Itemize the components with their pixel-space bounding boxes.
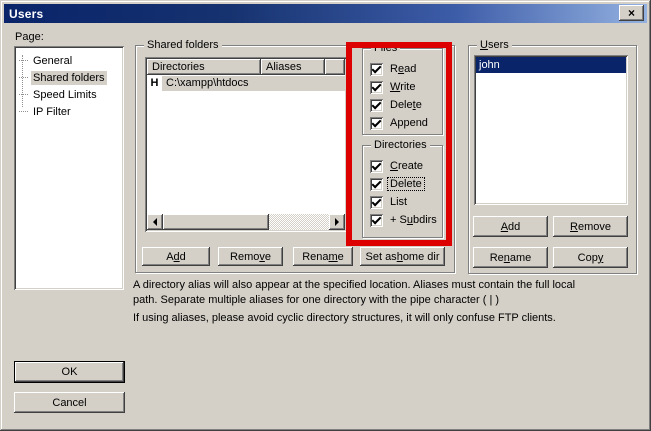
cancel-button[interactable]: Cancel: [14, 392, 125, 413]
column-header-aliases[interactable]: Aliases: [261, 59, 325, 75]
scroll-right-icon[interactable]: [329, 214, 345, 230]
dir-delete-checkbox[interactable]: [370, 178, 383, 191]
dirs-subdirs-row: + Subdirs: [370, 212, 439, 228]
user-add-button[interactable]: Add: [473, 216, 548, 237]
tree-item-label: IP Filter: [31, 105, 73, 119]
tree-connector: [19, 77, 28, 78]
read-checkbox-label[interactable]: Read: [388, 63, 418, 75]
column-header-filler: [325, 59, 345, 75]
directories-group: Directories Create Delete List + Subdirs: [362, 145, 443, 238]
directories-group-label: Directories: [371, 139, 430, 151]
tree-item-general[interactable]: General: [16, 52, 122, 69]
directory-path: C:\xampp\htdocs: [162, 76, 345, 91]
help-line: A directory alias will also appear at th…: [133, 278, 649, 293]
files-group: Files Read Write Delete Append: [362, 48, 443, 135]
user-remove-button[interactable]: Remove: [553, 216, 628, 237]
horizontal-scrollbar[interactable]: [147, 214, 345, 230]
tree-item-label: Shared folders: [31, 71, 107, 85]
tree-connector: [19, 94, 28, 95]
tree-item-label: General: [31, 54, 74, 68]
tree-connector: [19, 60, 28, 61]
files-read-row: Read: [370, 61, 418, 77]
shared-add-button[interactable]: Add: [142, 247, 210, 266]
window-title: Users: [9, 7, 43, 21]
files-delete-row: Delete: [370, 97, 424, 113]
append-checkbox-label[interactable]: Append: [388, 117, 430, 129]
read-checkbox[interactable]: [370, 63, 383, 76]
shared-rename-button[interactable]: Rename: [293, 247, 353, 266]
shared-remove-button[interactable]: Remove: [218, 247, 283, 266]
ok-button[interactable]: OK: [14, 361, 125, 383]
create-checkbox-label[interactable]: Create: [388, 160, 425, 172]
tree-connector: [19, 111, 28, 112]
help-line: If using aliases, please avoid cyclic di…: [133, 311, 649, 326]
files-append-row: Append: [370, 115, 430, 131]
column-header-directories[interactable]: Directories: [147, 59, 261, 75]
write-checkbox[interactable]: [370, 81, 383, 94]
user-rename-button[interactable]: Rename: [473, 247, 548, 268]
home-dir-marker: H: [147, 77, 162, 89]
subdirs-checkbox[interactable]: [370, 214, 383, 227]
tree-item-label: Speed Limits: [31, 88, 99, 102]
dir-delete-checkbox-label[interactable]: Delete: [388, 178, 424, 190]
tree-item-ip-filter[interactable]: IP Filter: [16, 103, 122, 120]
page-tree: General Shared folders Speed Limits IP F…: [14, 46, 124, 290]
dirs-list-row: List: [370, 194, 409, 210]
help-line: path. Separate multiple aliases for one …: [133, 293, 649, 308]
dirs-delete-row: Delete: [370, 176, 424, 192]
shared-folders-list: Directories Aliases H C:\xampp\htdocs: [145, 57, 347, 232]
list-header-row: Directories Aliases: [147, 59, 345, 75]
files-write-row: Write: [370, 79, 417, 95]
shared-folders-group-label: Shared folders: [144, 39, 222, 51]
append-checkbox[interactable]: [370, 117, 383, 130]
list-checkbox-label[interactable]: List: [388, 196, 409, 208]
users-list: john: [474, 55, 628, 205]
list-checkbox[interactable]: [370, 196, 383, 209]
page-label: Page:: [15, 31, 44, 43]
users-dialog: Users × Page: General Shared folders Spe…: [0, 0, 651, 431]
directory-row[interactable]: H C:\xampp\htdocs: [147, 75, 345, 91]
scrollbar-thumb[interactable]: [163, 214, 269, 230]
files-group-label: Files: [371, 42, 400, 54]
write-checkbox-label[interactable]: Write: [388, 81, 417, 93]
file-delete-checkbox[interactable]: [370, 99, 383, 112]
tree-item-shared-folders[interactable]: Shared folders: [16, 69, 122, 86]
dirs-create-row: Create: [370, 158, 425, 174]
close-icon[interactable]: ×: [619, 5, 644, 21]
create-checkbox[interactable]: [370, 160, 383, 173]
users-group-label: Users: [477, 39, 512, 51]
user-copy-button[interactable]: Copy: [553, 247, 628, 268]
subdirs-checkbox-label[interactable]: + Subdirs: [388, 214, 439, 226]
scroll-left-icon[interactable]: [147, 214, 163, 230]
title-bar[interactable]: Users ×: [4, 4, 647, 23]
file-delete-checkbox-label[interactable]: Delete: [388, 99, 424, 111]
help-text: A directory alias will also appear at th…: [133, 278, 649, 326]
user-row-john[interactable]: john: [476, 57, 626, 73]
tree-item-speed-limits[interactable]: Speed Limits: [16, 86, 122, 103]
set-as-home-dir-button[interactable]: Set as home dir: [360, 247, 445, 266]
